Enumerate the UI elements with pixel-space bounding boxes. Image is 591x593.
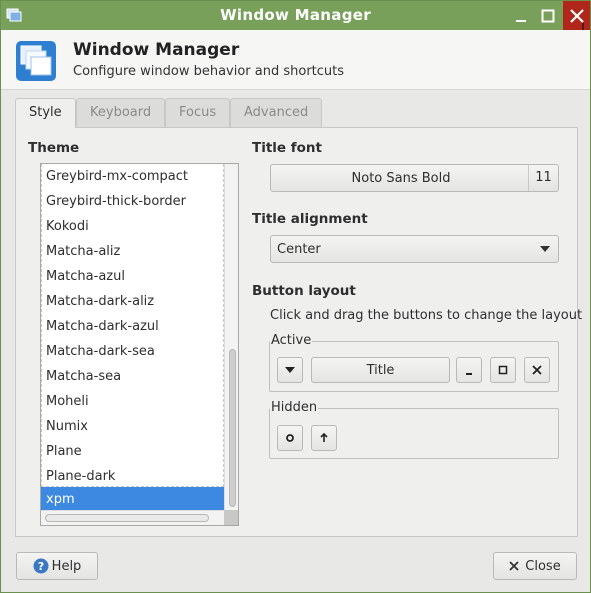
vertical-scroll-thumb[interactable] <box>229 349 236 507</box>
menu-arrow-icon <box>285 367 295 373</box>
close-layout-button[interactable] <box>524 357 550 383</box>
minimize-layout-button[interactable] <box>456 357 482 383</box>
horizontal-scroll-thumb[interactable] <box>45 514 209 522</box>
title-bar[interactable]: Window Manager <box>1 1 590 30</box>
theme-item[interactable]: Moheli <box>41 389 224 414</box>
horizontal-scrollbar[interactable] <box>41 510 224 525</box>
theme-item[interactable]: Plane <box>41 439 224 464</box>
title-font-button[interactable]: Noto Sans Bold 11 <box>270 164 559 192</box>
theme-item[interactable]: Matcha-sea <box>41 364 224 389</box>
close-icon <box>569 8 584 23</box>
maximize-layout-button[interactable] <box>490 357 516 383</box>
theme-item[interactable]: Matcha-dark-sea <box>41 339 224 364</box>
button-layout-description: Click and drag the buttons to change the… <box>270 308 583 323</box>
window-manager-dialog: Window Manager Window Manager Configure … <box>0 0 591 593</box>
window-title: Window Manager <box>220 6 371 24</box>
theme-item[interactable]: Matcha-dark-azul <box>41 314 224 339</box>
theme-label: Theme <box>28 140 80 156</box>
stick-layout-button[interactable] <box>277 425 303 451</box>
theme-item[interactable]: Greybird-thick-border <box>41 189 224 214</box>
close-icon <box>509 561 519 571</box>
tab-advanced[interactable]: Advanced <box>230 98 323 127</box>
title-font-name: Noto Sans Bold <box>351 170 451 186</box>
active-label: Active <box>270 333 313 348</box>
tab-keyboard[interactable]: Keyboard <box>76 98 166 127</box>
svg-text:?: ? <box>37 560 43 573</box>
close-icon <box>532 365 542 375</box>
stick-circle-icon <box>286 434 294 442</box>
theme-item[interactable]: Plane-dark <box>41 464 224 489</box>
theme-list[interactable]: Greybird-mx-compact Greybird-thick-borde… <box>40 163 239 526</box>
help-label: Help <box>51 558 82 574</box>
theme-item[interactable]: Numix <box>41 414 224 439</box>
minimize-button[interactable] <box>509 1 533 30</box>
shade-layout-button[interactable] <box>311 425 337 451</box>
tab-focus[interactable]: Focus <box>165 98 231 127</box>
title-layout-button[interactable]: Title <box>311 357 450 383</box>
theme-item[interactable]: Matcha-azul <box>41 264 224 289</box>
tab-style[interactable]: Style <box>15 98 76 128</box>
title-alignment-select[interactable]: Center <box>270 235 559 263</box>
vertical-scrollbar[interactable] <box>224 164 238 510</box>
maximize-button[interactable] <box>536 1 560 30</box>
button-layout-label: Button layout <box>252 283 356 299</box>
help-icon: ? <box>33 558 49 574</box>
theme-item[interactable]: Matcha-dark-aliz <box>41 289 224 314</box>
arrow-up-icon <box>320 433 328 442</box>
theme-item[interactable]: Greybird-mx-compact <box>41 164 224 189</box>
theme-item[interactable]: Kokodi <box>41 214 224 239</box>
title-alignment-value: Center <box>277 242 321 257</box>
menu-layout-button[interactable] <box>277 357 303 383</box>
minimize-icon <box>466 373 472 375</box>
chevron-down-icon <box>540 246 550 252</box>
title-font-label: Title font <box>252 140 322 156</box>
maximize-icon <box>498 365 508 375</box>
window-manager-app-icon <box>16 41 56 81</box>
header-title: Window Manager <box>73 40 240 60</box>
theme-item-selected[interactable]: xpm <box>41 487 224 512</box>
close-label: Close <box>525 558 561 574</box>
title-alignment-label: Title alignment <box>252 211 368 227</box>
dialog-header: Window Manager Configure window behavior… <box>1 30 590 90</box>
theme-item[interactable]: Matcha-aliz <box>41 239 224 264</box>
close-button[interactable]: Close <box>493 552 577 580</box>
hidden-label: Hidden <box>270 400 319 415</box>
help-button[interactable]: ? Help <box>16 552 98 580</box>
header-subtitle: Configure window behavior and shortcuts <box>73 64 345 79</box>
scrollbar-corner <box>224 510 238 525</box>
maximize-icon <box>541 9 555 22</box>
minimize-icon <box>516 19 526 22</box>
title-font-size: 11 <box>528 165 558 191</box>
